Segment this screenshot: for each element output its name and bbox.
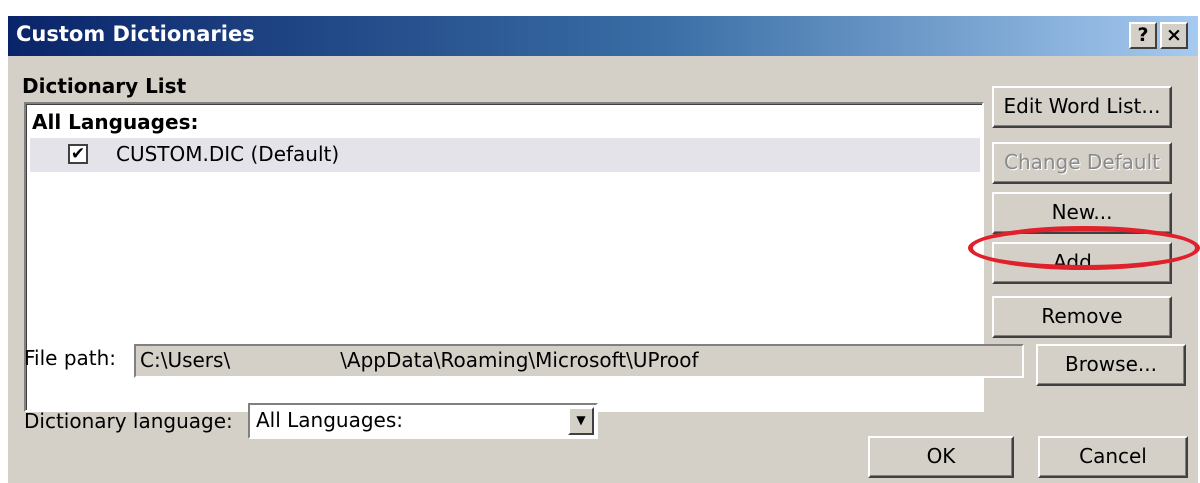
- dictionary-item-label: CUSTOM.DIC (Default): [116, 142, 340, 166]
- close-button[interactable]: ×: [1160, 22, 1188, 49]
- window-title: Custom Dictionaries: [16, 22, 255, 46]
- dictionary-language-select[interactable]: All Languages: ▼: [248, 403, 598, 439]
- remove-button[interactable]: Remove: [992, 296, 1172, 338]
- file-path-value-start: C:\Users\: [140, 348, 231, 372]
- dictionary-list-label: Dictionary List: [22, 74, 187, 98]
- browse-button[interactable]: Browse...: [1036, 344, 1186, 386]
- file-path-field: C:\Users\ \AppData\Roaming\Microsoft\UPro…: [134, 344, 1024, 378]
- title-bar[interactable]: Custom Dictionaries ? ×: [8, 16, 1198, 56]
- edit-word-list-button[interactable]: Edit Word List...: [992, 86, 1172, 128]
- list-item[interactable]: ✔ CUSTOM.DIC (Default): [30, 138, 980, 172]
- help-button[interactable]: ?: [1129, 22, 1157, 49]
- file-path-label: File path:: [24, 346, 117, 370]
- dictionary-language-label: Dictionary language:: [24, 409, 233, 433]
- dictionary-checkbox[interactable]: ✔: [68, 144, 88, 164]
- dropdown-arrow-icon[interactable]: ▼: [568, 407, 594, 435]
- group-header-all-languages: All Languages:: [32, 110, 199, 134]
- dictionary-language-value: All Languages:: [256, 408, 404, 432]
- ok-button[interactable]: OK: [868, 436, 1014, 478]
- cancel-button[interactable]: Cancel: [1038, 436, 1188, 478]
- highlight-annotation: [968, 226, 1200, 270]
- file-path-value-end: \AppData\Roaming\Microsoft\UProof: [340, 348, 699, 372]
- change-default-button: Change Default: [992, 142, 1172, 184]
